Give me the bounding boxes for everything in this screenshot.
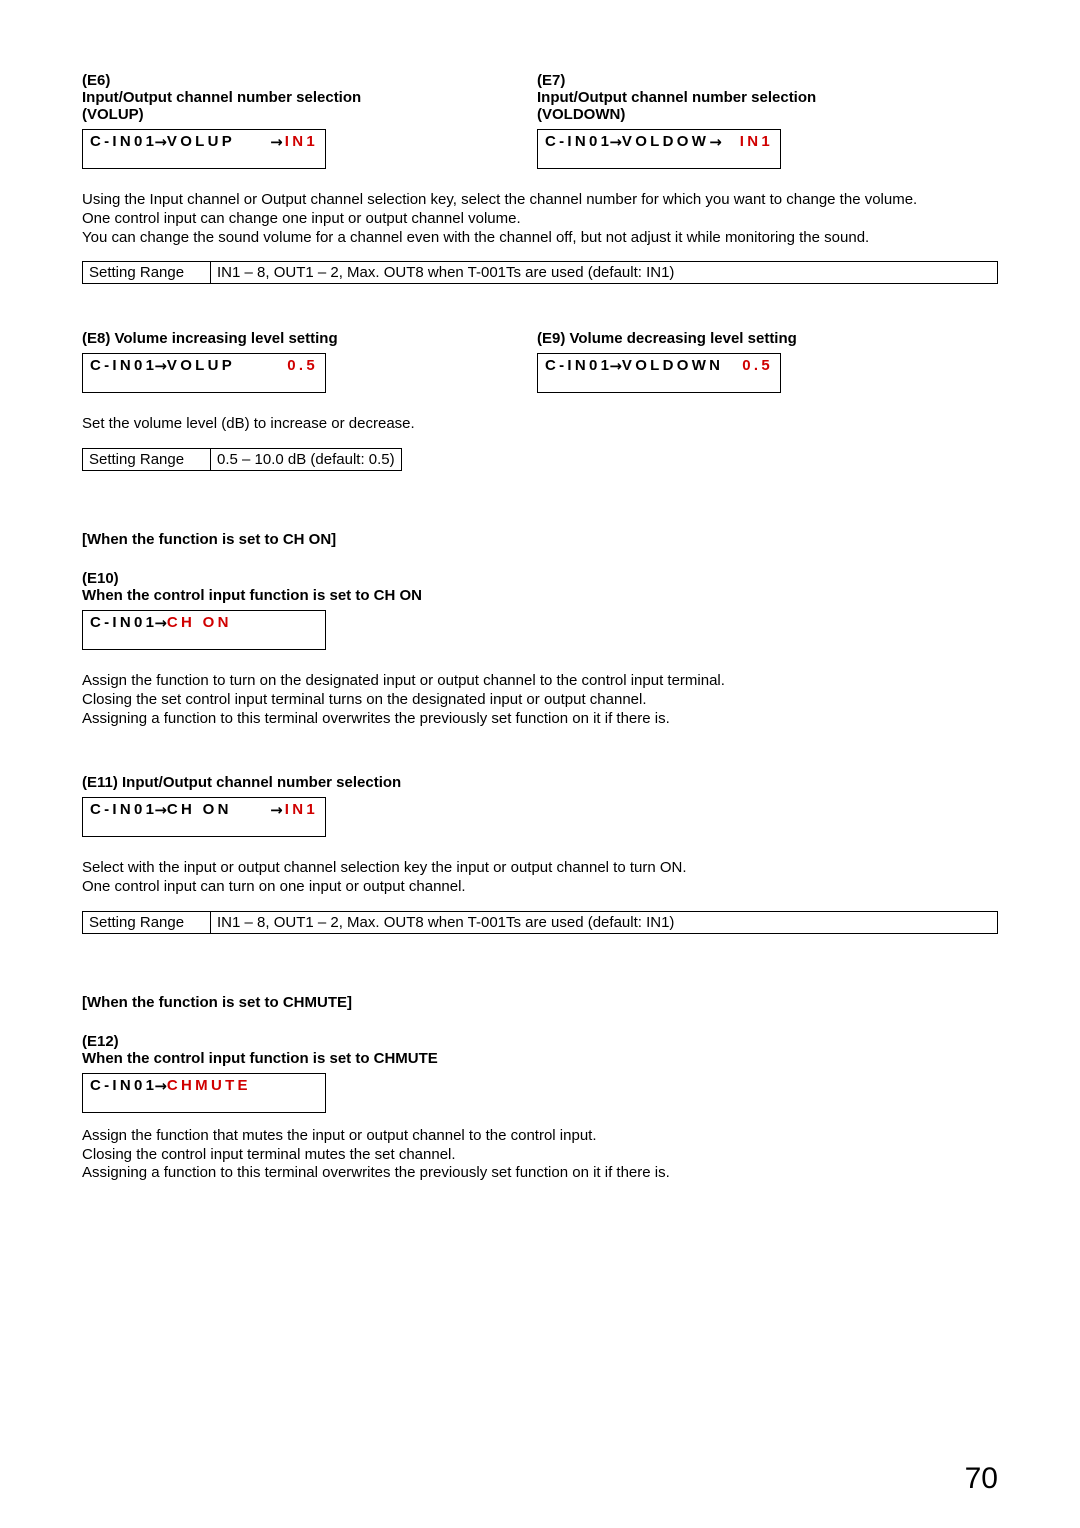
e9-title: (E9) Volume decreasing level setting [537, 330, 912, 347]
e8-lcd: C-IN01 → VOLUP 0.5 [82, 353, 326, 393]
lcd-prefix: C-IN01 [90, 133, 157, 151]
body-text: Set the volume level (dB) to increase or… [82, 415, 998, 434]
e6-tag: (E6) [82, 72, 457, 89]
caret-right-icon: → [270, 133, 283, 151]
body-text: Closing the control input terminal mutes… [82, 1146, 998, 1165]
arrow-right-icon: → [609, 133, 622, 151]
setting-range-table: Setting Range 0.5 – 10.0 dB (default: 0.… [82, 448, 402, 471]
lcd-value: 0.5 [742, 357, 773, 375]
range-value: IN1 – 8, OUT1 – 2, Max. OUT8 when T-001T… [211, 262, 998, 284]
chon-heading: [When the function is set to CH ON] [82, 531, 998, 548]
e8-title: (E8) Volume increasing level setting [82, 330, 457, 347]
e9-lcd: C-IN01 → VOLDOWN 0.5 [537, 353, 781, 393]
page-number: 70 [965, 1462, 998, 1496]
body-text: Assigning a function to this terminal ov… [82, 710, 998, 729]
e6-block: (E6) Input/Output channel number selecti… [82, 72, 457, 169]
e6-title1: Input/Output channel number selection [82, 89, 457, 106]
lcd-func: CHMUTE [167, 1077, 251, 1095]
e7-title2: (VOLDOWN) [537, 106, 912, 123]
e10-tag: (E10) [82, 570, 998, 587]
e10-lcd: C-IN01 → CH ON [82, 610, 326, 650]
e7-title1: Input/Output channel number selection [537, 89, 912, 106]
e11-lcd: C-IN01 → CH ON → IN1 [82, 797, 326, 837]
range-label: Setting Range [83, 449, 211, 471]
e10-title: When the control input function is set t… [82, 587, 998, 604]
lcd-func: CH ON [167, 614, 232, 632]
range-label: Setting Range [83, 911, 211, 933]
range-label: Setting Range [83, 262, 211, 284]
body-text: Assign the function that mutes the input… [82, 1127, 998, 1146]
lcd-value: IN1 [285, 801, 318, 819]
lcd-prefix: C-IN01 [545, 133, 612, 151]
arrow-right-icon: → [154, 133, 167, 151]
e7-lcd: C-IN01 → VOLDOW → IN1 [537, 129, 781, 169]
lcd-prefix: C-IN01 [90, 801, 157, 819]
e12-title: When the control input function is set t… [82, 1050, 998, 1067]
arrow-right-icon: → [154, 614, 167, 632]
range-value: IN1 – 8, OUT1 – 2, Max. OUT8 when T-001T… [211, 911, 998, 933]
arrow-right-icon: → [609, 357, 622, 375]
e6-e7-row: (E6) Input/Output channel number selecti… [82, 72, 998, 169]
lcd-value: IN1 [285, 133, 318, 151]
body-text: Select with the input or output channel … [82, 859, 998, 878]
caret-right-icon: → [270, 801, 283, 819]
e11-title: (E11) Input/Output channel number select… [82, 774, 998, 791]
lcd-prefix: C-IN01 [545, 357, 612, 375]
lcd-value: 0.5 [287, 357, 318, 375]
setting-range-table: Setting Range IN1 – 8, OUT1 – 2, Max. OU… [82, 261, 998, 284]
lcd-func: VOLUP [167, 133, 235, 151]
e12-tag: (E12) [82, 1033, 998, 1050]
arrow-right-icon: → [154, 801, 167, 819]
range-value: 0.5 – 10.0 dB (default: 0.5) [211, 449, 402, 471]
lcd-func: CH ON [167, 801, 232, 819]
page: (E6) Input/Output channel number selecti… [0, 0, 1080, 1528]
lcd-prefix: C-IN01 [90, 614, 157, 632]
e8-block: (E8) Volume increasing level setting C-I… [82, 330, 457, 393]
body-text: Assigning a function to this terminal ov… [82, 1164, 998, 1183]
lcd-prefix: C-IN01 [90, 1077, 157, 1095]
setting-range-table: Setting Range IN1 – 8, OUT1 – 2, Max. OU… [82, 911, 998, 934]
e7-block: (E7) Input/Output channel number selecti… [537, 72, 912, 169]
chmute-heading: [When the function is set to CHMUTE] [82, 994, 998, 1011]
lcd-value: IN1 [740, 133, 773, 151]
caret-right-icon: → [709, 133, 722, 151]
body-text: One control input can turn on one input … [82, 878, 998, 897]
e6-lcd: C-IN01 → VOLUP → IN1 [82, 129, 326, 169]
e7-tag: (E7) [537, 72, 912, 89]
e8-e9-row: (E8) Volume increasing level setting C-I… [82, 330, 998, 393]
e6-title2: (VOLUP) [82, 106, 457, 123]
lcd-prefix: C-IN01 [90, 357, 157, 375]
arrow-right-icon: → [154, 357, 167, 375]
body-text: Assign the function to turn on the desig… [82, 672, 998, 691]
e9-block: (E9) Volume decreasing level setting C-I… [537, 330, 912, 393]
lcd-func: VOLUP [167, 357, 235, 375]
lcd-func: VOLDOW [622, 133, 709, 151]
e12-lcd: C-IN01 → CHMUTE [82, 1073, 326, 1113]
body-text: One control input can change one input o… [82, 210, 998, 229]
arrow-right-icon: → [154, 1077, 167, 1095]
lcd-func: VOLDOWN [622, 357, 723, 375]
body-text: You can change the sound volume for a ch… [82, 229, 998, 248]
body-text: Closing the set control input terminal t… [82, 691, 998, 710]
body-text: Using the Input channel or Output channe… [82, 191, 998, 210]
